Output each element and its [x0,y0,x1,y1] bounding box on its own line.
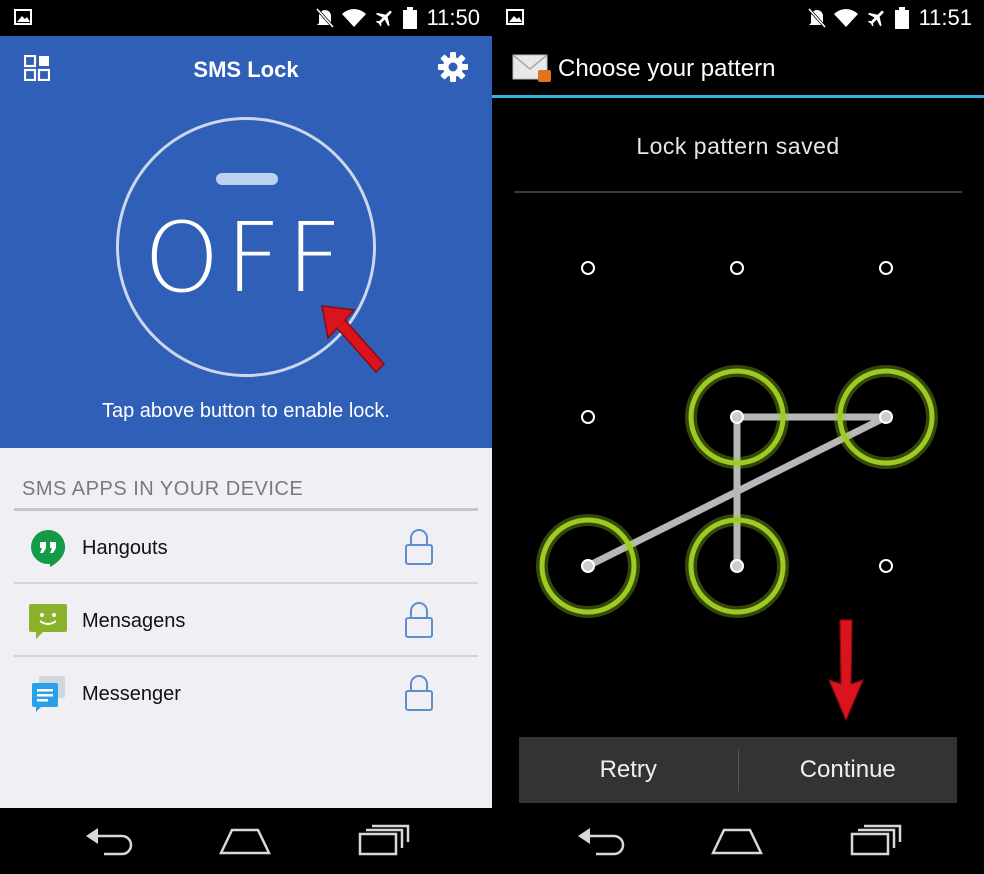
app-name: Mensagens [82,610,186,632]
status-time: 11:51 [918,5,972,30]
continue-button[interactable]: Continue [739,737,958,803]
back-icon[interactable] [576,826,626,856]
dialog-button-bar: Retry Continue [519,737,957,803]
tap-hint-text: Tap above button to enable lock. [102,400,390,422]
app-row-mensagens[interactable]: Mensagens [14,585,478,657]
choose-pattern-screen: 11:51 Choose your pattern Lock pattern s… [492,0,984,874]
wifi-icon [833,9,858,27]
dialog-title: Choose your pattern [558,55,776,82]
airplane-icon [375,10,392,27]
dialog-title-bar: Choose your pattern [492,36,984,98]
red-arrow-icon [321,305,386,374]
pattern-status-text: Lock pattern saved [636,133,840,159]
section-divider [14,508,478,511]
battery-icon [402,7,417,29]
hangouts-icon [31,530,65,567]
picture-icon [14,9,32,25]
picture-icon [506,9,524,25]
red-arrow-icon [827,619,865,722]
recents-icon[interactable] [850,824,902,856]
pattern-dot-2[interactable] [730,261,744,275]
battery-icon [894,7,909,29]
app-title: SMS Lock [193,57,299,82]
retry-button[interactable]: Retry [519,737,738,803]
section-header: SMS APPS IN YOUR DEVICE [22,478,304,500]
pattern-dot-7[interactable] [536,514,640,618]
toggle-indicator [216,173,278,185]
navigation-bar [492,808,984,874]
sms-apps-list: SMS APPS IN YOUR DEVICE Hangouts Mensage… [0,448,492,808]
toggle-state-label: OFF [144,202,348,314]
home-icon[interactable] [218,826,272,856]
app-name: Messenger [82,683,181,705]
recents-icon[interactable] [358,824,410,856]
pattern-dot-1[interactable] [581,261,595,275]
mensagens-icon [29,604,67,639]
pattern-dot-9[interactable] [879,559,893,573]
lock-icon[interactable] [404,601,434,639]
pattern-dot-3[interactable] [879,261,893,275]
messenger-icon [32,676,65,712]
app-row-messenger[interactable]: Messenger [14,658,478,730]
app-name: Hangouts [82,537,168,559]
sms-lock-screen: 11:50 SMS Lock OFF Tap above button to e… [0,0,492,874]
pattern-dot-4[interactable] [581,410,595,424]
lock-icon[interactable] [404,528,434,566]
status-time: 11:50 [426,5,480,30]
lock-pattern-grid[interactable] [492,200,984,640]
mail-icon [512,54,551,82]
lock-icon[interactable] [404,674,434,712]
gear-icon[interactable] [438,52,468,82]
navigation-bar [0,808,492,874]
airplane-icon [867,10,884,27]
back-icon[interactable] [84,826,134,856]
app-row-hangouts[interactable]: Hangouts [14,512,478,584]
status-divider [514,191,962,193]
mute-icon [315,8,334,28]
wifi-icon [341,9,366,27]
mute-icon [807,8,826,28]
home-icon[interactable] [710,826,764,856]
status-bar: 11:51 [492,0,984,36]
status-bar: 11:50 [0,0,492,36]
